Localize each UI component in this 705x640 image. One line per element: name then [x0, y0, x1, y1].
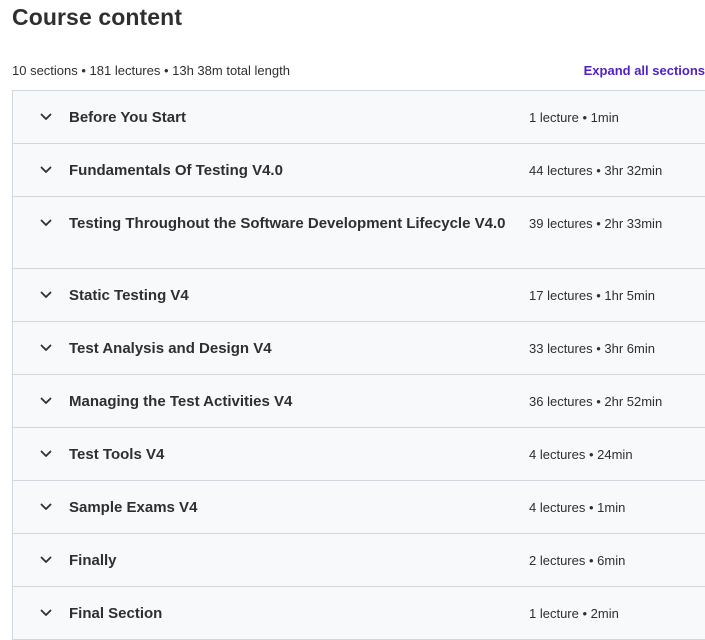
section-meta: 44 lectures • 3hr 32min [529, 163, 663, 178]
course-summary-row: 10 sections • 181 lectures • 13h 38m tot… [12, 61, 705, 79]
section-meta: 17 lectures • 1hr 5min [529, 288, 655, 303]
section-header[interactable]: Final Section 1 lecture • 2min [13, 587, 705, 639]
section-meta: 4 lectures • 1min [529, 500, 626, 515]
section-title: Sample Exams V4 [69, 499, 198, 516]
section-title: Managing the Test Activities V4 [69, 393, 293, 410]
section-meta: 1 lecture • 1min [529, 110, 619, 125]
course-summary: 10 sections • 181 lectures • 13h 38m tot… [12, 62, 290, 78]
section-header[interactable]: Testing Throughout the Software Developm… [13, 197, 705, 269]
chevron-down-icon [39, 447, 53, 461]
section-header[interactable]: Sample Exams V4 4 lectures • 1min [13, 481, 705, 534]
section-header[interactable]: Test Analysis and Design V4 33 lectures … [13, 322, 705, 375]
chevron-down-icon [39, 553, 53, 567]
section-meta: 2 lectures • 6min [529, 553, 626, 568]
section-header[interactable]: Finally 2 lectures • 6min [13, 534, 705, 587]
expand-all-sections-button[interactable]: Expand all sections [584, 63, 705, 78]
section-title: Fundamentals Of Testing V4.0 [69, 162, 283, 179]
page-title: Course content [12, 4, 183, 30]
section-title: Test Analysis and Design V4 [69, 340, 272, 357]
section-title: Static Testing V4 [69, 287, 189, 304]
section-meta: 33 lectures • 3hr 6min [529, 341, 655, 356]
section-header[interactable]: Before You Start 1 lecture • 1min [13, 91, 705, 144]
section-title: Test Tools V4 [69, 446, 165, 463]
chevron-down-icon [39, 500, 53, 514]
sections-list: Before You Start 1 lecture • 1min Fundam… [12, 90, 705, 640]
chevron-down-icon [39, 163, 53, 177]
section-title: Testing Throughout the Software Developm… [69, 215, 506, 232]
section-meta: 39 lectures • 2hr 33min [529, 216, 663, 231]
chevron-down-icon [39, 341, 53, 355]
section-title: Final Section [69, 605, 163, 622]
chevron-down-icon [39, 288, 53, 302]
section-meta: 1 lecture • 2min [529, 606, 619, 621]
section-title: Before You Start [69, 109, 186, 126]
section-header[interactable]: Managing the Test Activities V4 36 lectu… [13, 375, 705, 428]
chevron-down-icon [39, 110, 53, 124]
section-header[interactable]: Test Tools V4 4 lectures • 24min [13, 428, 705, 481]
chevron-down-icon [39, 394, 53, 408]
section-header[interactable]: Fundamentals Of Testing V4.0 44 lectures… [13, 144, 705, 197]
section-meta: 4 lectures • 24min [529, 447, 633, 462]
chevron-down-icon [39, 606, 53, 620]
section-title: Finally [69, 552, 117, 569]
section-header[interactable]: Static Testing V4 17 lectures • 1hr 5min [13, 269, 705, 322]
chevron-down-icon [39, 216, 53, 230]
section-meta: 36 lectures • 2hr 52min [529, 394, 663, 409]
course-content-panel: Course content 10 sections • 181 lecture… [0, 0, 705, 640]
